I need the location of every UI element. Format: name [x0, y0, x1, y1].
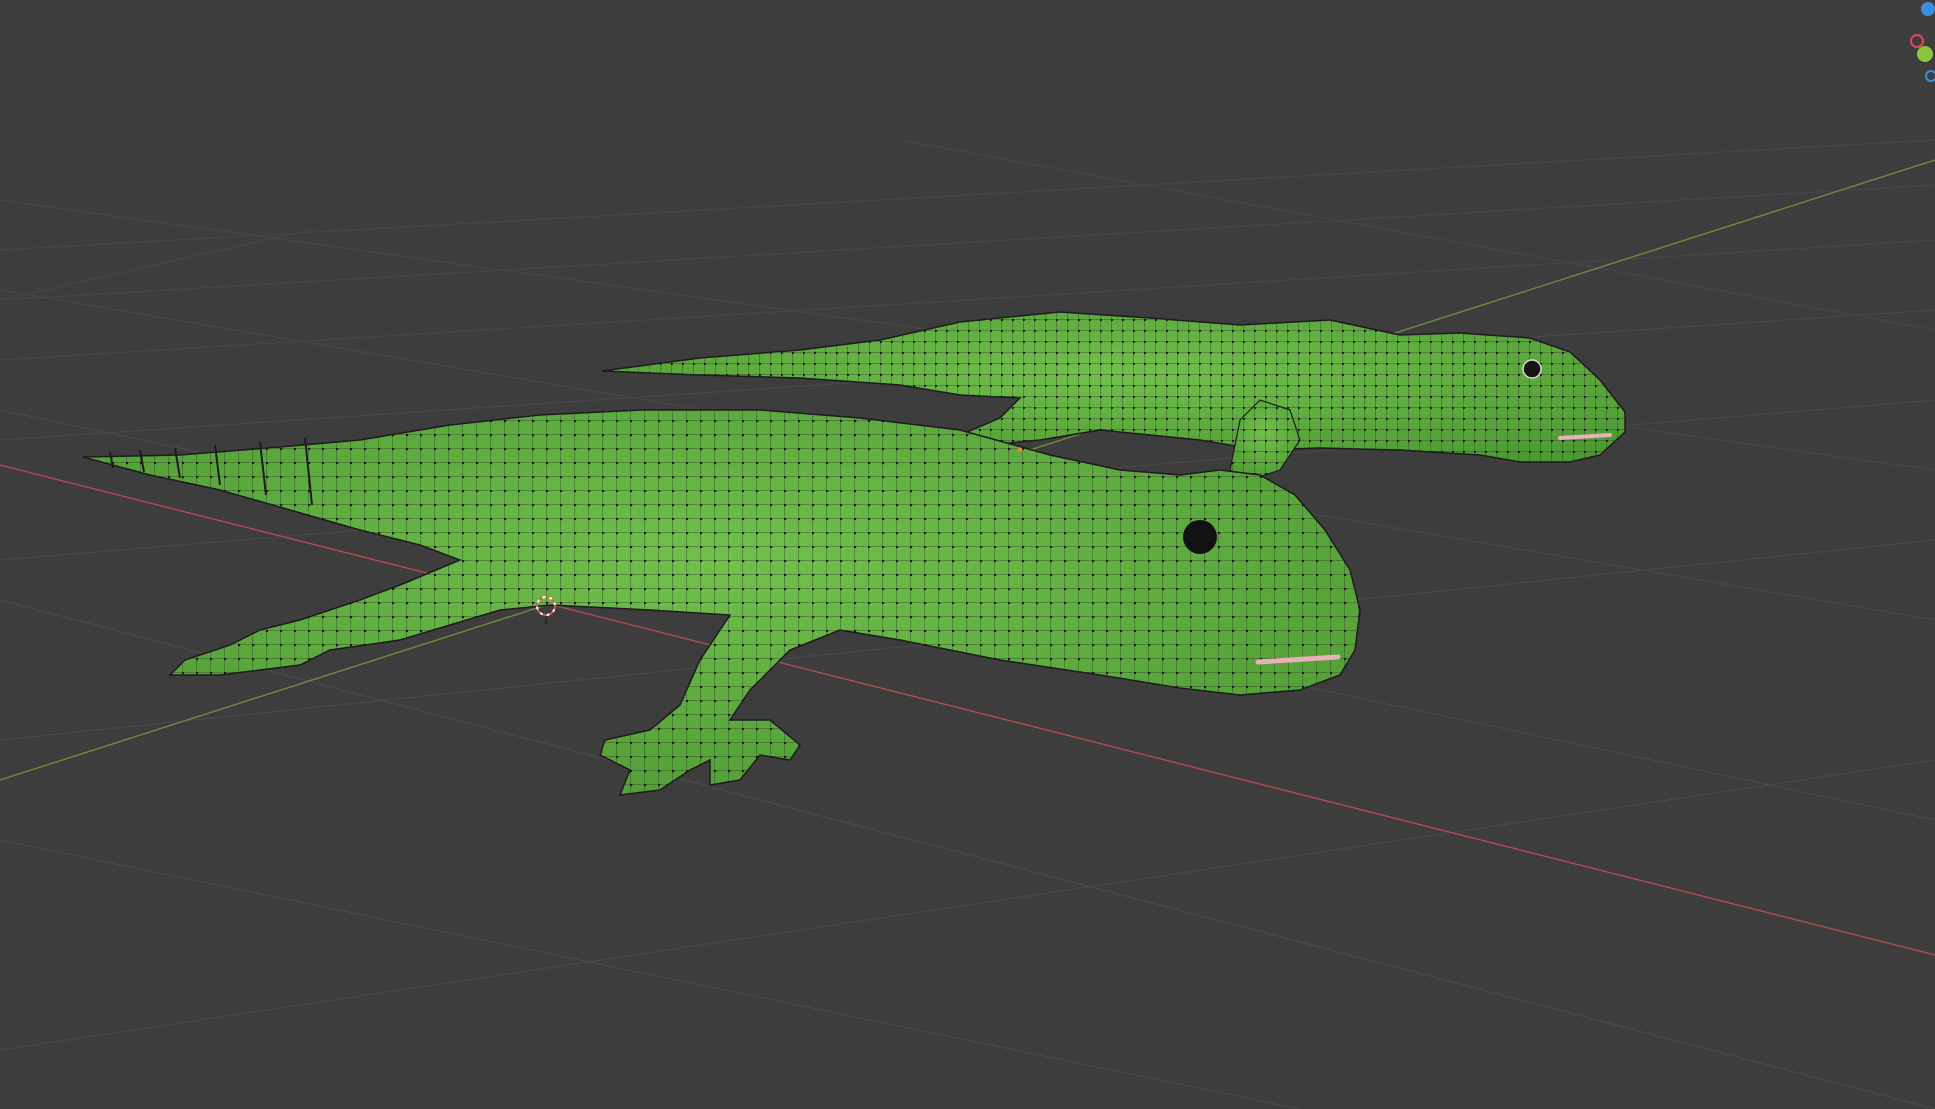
gecko-mesh-front[interactable]	[82, 409, 1361, 796]
back-gecko-eye-icon	[1522, 359, 1542, 379]
gizmo-y-axis-icon[interactable]	[1917, 46, 1933, 62]
gizmo-z-axis-icon[interactable]	[1921, 2, 1935, 16]
viewport-canvas[interactable]	[0, 0, 1935, 1109]
front-gecko-eye-icon	[1183, 520, 1217, 554]
object-origin-icon	[1017, 447, 1023, 453]
3d-viewport[interactable]	[0, 0, 1935, 1109]
gizmo-neg-z-axis-icon[interactable]	[1925, 70, 1935, 82]
navigation-gizmo[interactable]	[1910, 2, 1935, 90]
